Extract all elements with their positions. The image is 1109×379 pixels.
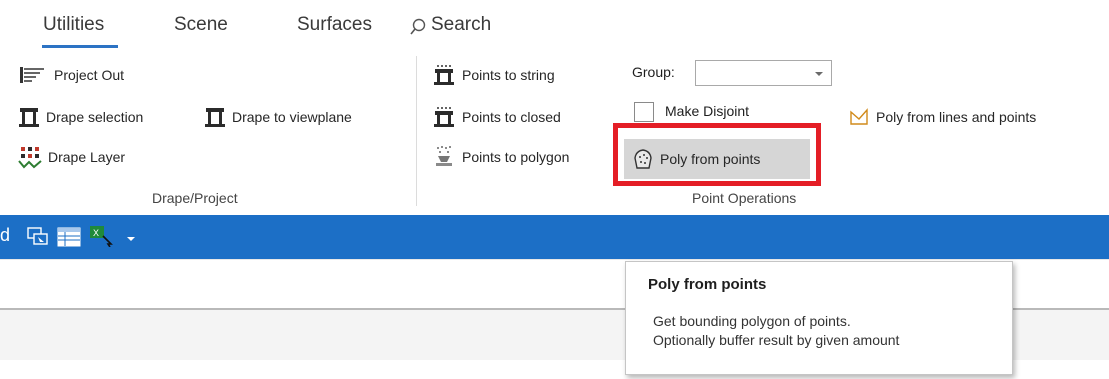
points-to-string-button[interactable]: Points to string [432, 62, 555, 88]
points-to-closed-button[interactable]: Points to closed [432, 104, 561, 130]
tooltip-body: Get bounding polygon of points. Optional… [653, 312, 899, 350]
points-to-string-icon [434, 65, 454, 85]
points-to-closed-icon [434, 107, 454, 127]
points-to-polygon-icon [436, 146, 452, 166]
drape-to-viewplane-icon [205, 108, 225, 127]
points-to-polygon-label: Points to polygon [462, 149, 570, 165]
make-disjoint-label: Make Disjoint [665, 103, 750, 119]
quick-access-leading-text: d [0, 225, 11, 245]
project-out-icon [20, 67, 44, 83]
points-to-closed-label: Points to closed [462, 109, 561, 125]
drape-layer-label: Drape Layer [48, 149, 126, 165]
tab-utilities[interactable]: Utilities [43, 14, 104, 36]
group-separator [416, 56, 417, 206]
poly-from-lines-and-points-label: Poly from lines and points [876, 109, 1037, 125]
drape-selection-label: Drape selection [46, 109, 144, 125]
active-tab-indicator [42, 45, 118, 48]
svg-text:X: X [93, 228, 99, 238]
tooltip-title: Poly from points [648, 276, 767, 293]
points-to-polygon-button[interactable]: Points to polygon [432, 144, 569, 170]
poly-from-lines-and-points-button[interactable]: Poly from lines and points [848, 104, 1036, 130]
excel-export-icon[interactable]: X [89, 225, 115, 247]
quick-access-toolbar: d X [0, 215, 1109, 259]
highlight-box [613, 123, 821, 186]
drape-selection-icon [19, 108, 39, 127]
window-select-icon[interactable] [27, 227, 49, 247]
make-disjoint-checkbox[interactable] [634, 102, 654, 122]
tooltip-line-2: Optionally buffer result by given amount [653, 332, 900, 348]
panel-divider [0, 259, 1109, 260]
points-to-string-label: Points to string [462, 67, 555, 83]
point-operations-group-label: Point Operations [692, 190, 797, 206]
customize-toolbar-dropdown[interactable] [127, 237, 135, 241]
drape-project-group-label: Drape/Project [152, 190, 238, 206]
chevron-down-icon [815, 72, 823, 76]
group-label: Group: [632, 64, 675, 80]
search-tab[interactable]: Search [431, 14, 491, 36]
tooltip-line-1: Get bounding polygon of points. [653, 313, 851, 329]
tab-surfaces[interactable]: Surfaces [297, 14, 372, 36]
drape-to-viewplane-button[interactable]: Drape to viewplane [204, 104, 352, 130]
project-out-label: Project Out [54, 67, 125, 83]
drape-to-viewplane-label: Drape to viewplane [232, 109, 352, 125]
tooltip: Poly from points Get bounding polygon of… [625, 261, 1013, 375]
group-combobox[interactable] [695, 60, 832, 86]
drape-selection-button[interactable]: Drape selection [18, 104, 143, 130]
drape-layer-button[interactable]: Drape Layer [18, 144, 125, 170]
project-out-button[interactable]: Project Out [18, 62, 124, 88]
tab-scene[interactable]: Scene [174, 14, 228, 36]
search-icon[interactable] [410, 18, 426, 36]
poly-from-lines-and-points-icon [850, 108, 868, 125]
spreadsheet-view-icon[interactable] [57, 227, 81, 247]
drape-layer-icon [18, 147, 42, 169]
